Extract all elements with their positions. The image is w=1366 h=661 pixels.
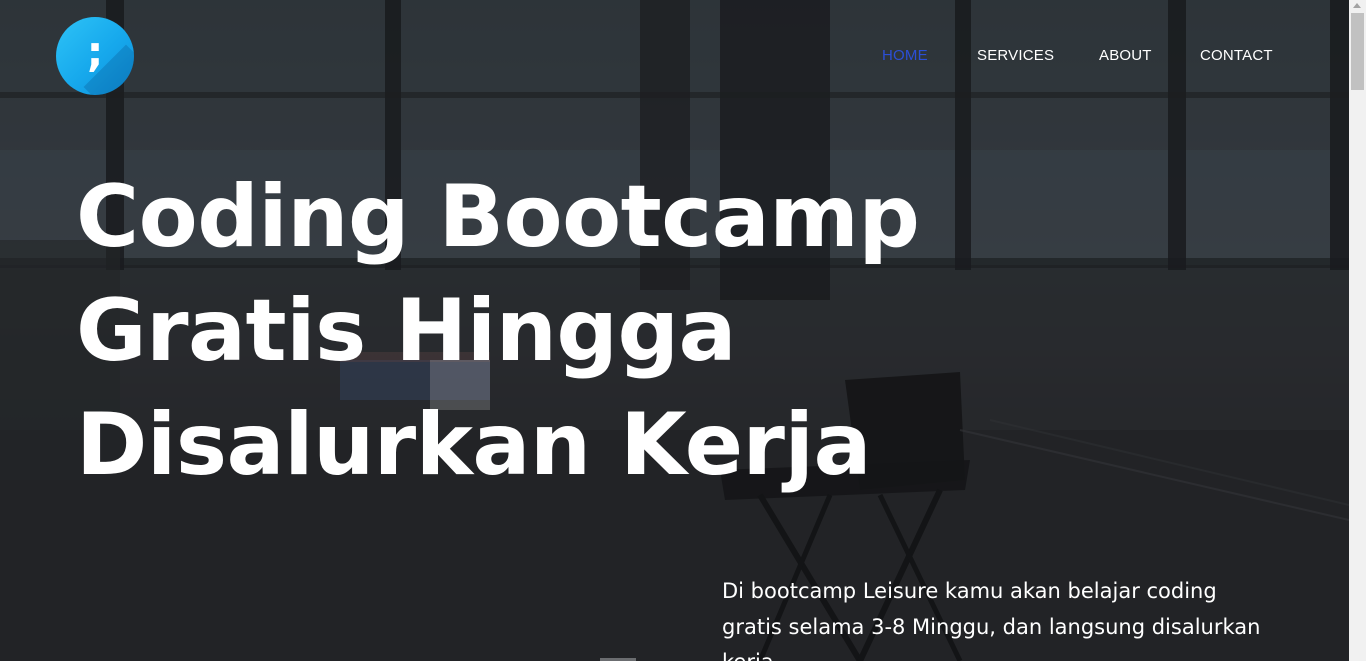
nav-home-link[interactable]: HOME xyxy=(882,47,928,65)
nav-about-link[interactable]: ABOUT xyxy=(1099,47,1152,65)
headline-line-3: Disalurkan Kerja xyxy=(76,395,871,495)
page-scrollbar[interactable] xyxy=(1349,0,1366,661)
headline-line-2: Gratis Hingga xyxy=(76,281,737,381)
hero-headline: Coding Bootcamp Gratis Hingga Disalurkan… xyxy=(76,160,976,502)
nav-contact-link[interactable]: CONTACT xyxy=(1200,47,1273,65)
main-nav: HOME SERVICES ABOUT CONTACT xyxy=(0,47,1349,67)
scroll-up-arrow-icon[interactable] xyxy=(1353,3,1361,8)
nav-services-link[interactable]: SERVICES xyxy=(977,47,1054,65)
headline-line-1: Coding Bootcamp xyxy=(76,167,920,267)
scrollbar-thumb[interactable] xyxy=(1351,13,1364,90)
hero-description: Di bootcamp Leisure kamu akan belajar co… xyxy=(722,579,1261,661)
